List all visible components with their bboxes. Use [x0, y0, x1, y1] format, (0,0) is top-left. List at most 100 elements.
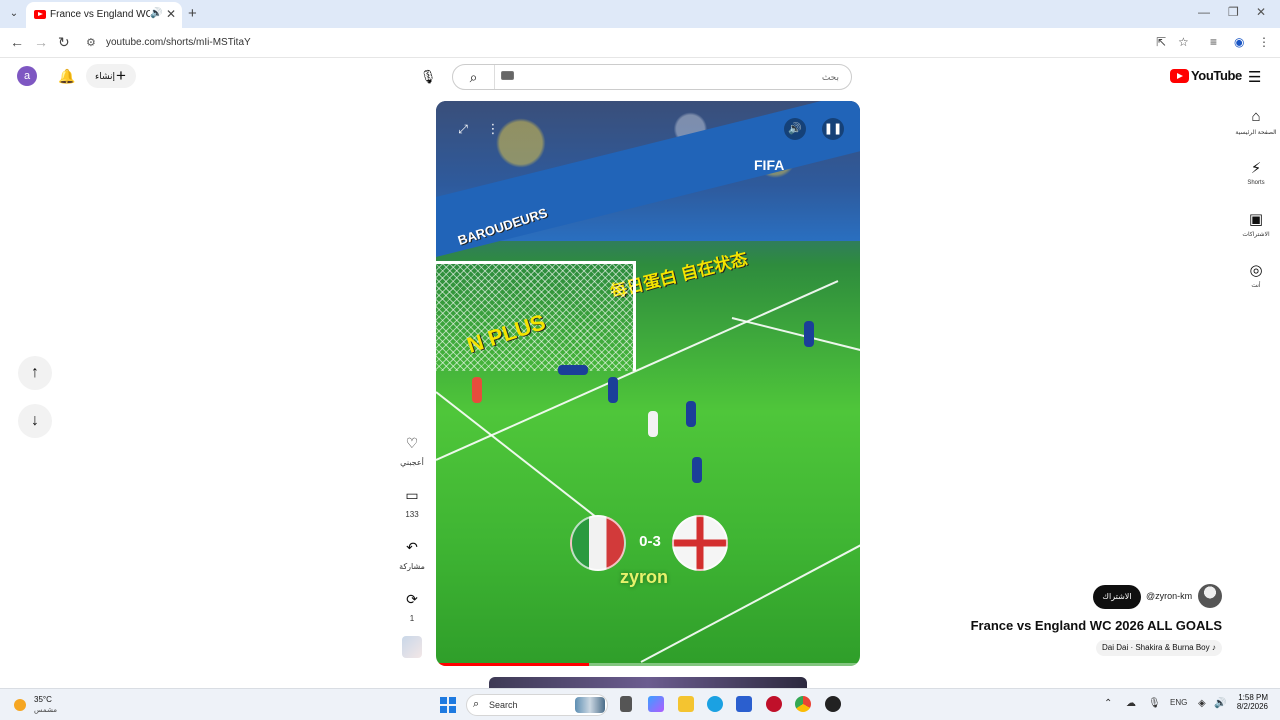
next-short-preview: [489, 677, 807, 688]
new-tab-button[interactable]: +: [188, 5, 197, 22]
site-info-icon[interactable]: ⚙: [86, 36, 96, 49]
search-bar[interactable]: ⌕ بحث: [452, 64, 852, 90]
back-icon[interactable]: ←: [10, 34, 24, 50]
url-text: youtube.com/shorts/mIi-MSTitaY: [106, 37, 251, 48]
previous-short-button[interactable]: ↑: [18, 356, 52, 390]
share-icon: ↶: [399, 534, 425, 560]
player-figure: [558, 365, 588, 375]
pause-icon[interactable]: ❚❚: [822, 118, 844, 140]
file-explorer-icon[interactable]: [678, 696, 694, 712]
youtube-logo[interactable]: YouTube: [1170, 68, 1242, 84]
fullscreen-icon[interactable]: ⤢: [452, 118, 474, 140]
pitch-line: [436, 391, 618, 535]
language-indicator[interactable]: ENG: [1170, 698, 1187, 707]
browser-menu-icon[interactable]: ⋮: [1258, 35, 1270, 49]
microphone-icon[interactable]: 🎙: [1148, 698, 1161, 709]
guide-item-home[interactable]: ⌂ الصفحة الرئيسية: [1234, 108, 1278, 136]
music-note-icon: ♪: [1211, 643, 1216, 652]
install-app-icon[interactable]: ⇱: [1156, 35, 1166, 49]
guide-item-you[interactable]: ◎ أنت: [1234, 261, 1278, 289]
wifi-icon[interactable]: ◈: [1198, 698, 1206, 709]
task-view-icon[interactable]: [620, 696, 632, 712]
next-short-button[interactable]: ↓: [18, 404, 52, 438]
guide-label-subscriptions: الاشتراكات: [1242, 232, 1270, 238]
address-bar[interactable]: ⚙ youtube.com/shorts/mIi-MSTitaY: [80, 31, 1200, 55]
tab-search-chevron-icon[interactable]: ⌄: [6, 6, 22, 22]
player-figure: [692, 457, 702, 483]
tab-close-icon[interactable]: ✕: [166, 7, 176, 21]
video-title[interactable]: France vs England WC 2026 ALL GOALS: [930, 618, 1222, 633]
taskbar-search-label: Search: [489, 700, 518, 710]
subscriptions-icon: ▣: [1248, 211, 1264, 228]
remix-count: 1: [409, 614, 415, 623]
reload-icon[interactable]: ↻: [58, 34, 70, 51]
guide-item-shorts[interactable]: ⚡ Shorts: [1234, 159, 1278, 186]
music-text: Dai Dai · Shakira & Burna Boy: [1102, 643, 1210, 652]
tab-audio-icon[interactable]: 🔊: [150, 8, 162, 19]
shorts-icon: ⚡: [1250, 160, 1262, 177]
plus-icon: +: [116, 66, 126, 85]
player-figure: [686, 401, 696, 427]
account-avatar[interactable]: a: [17, 66, 37, 86]
restore-icon[interactable]: ❐: [1228, 5, 1239, 19]
tray-chevron-icon[interactable]: ⌃: [1104, 698, 1112, 709]
create-label: إنشاء: [95, 71, 116, 81]
like-button[interactable]: ♡ أعجبني: [398, 430, 426, 467]
minimize-icon[interactable]: —: [1198, 5, 1210, 19]
home-icon: ⌂: [1251, 108, 1261, 125]
weather-temperature[interactable]: 35°C: [34, 695, 52, 704]
share-button[interactable]: ↶ مشاركة: [398, 534, 426, 571]
store-icon[interactable]: [736, 696, 752, 712]
score-text: 0-3: [639, 533, 661, 550]
more-options-icon[interactable]: ⋮: [482, 118, 504, 140]
remix-button[interactable]: ⟳ 1: [398, 586, 426, 623]
notifications-bell-icon[interactable]: 🔔: [58, 68, 75, 85]
watermark-text: zyron: [620, 567, 669, 587]
speaker-icon[interactable]: 🔊: [1214, 698, 1226, 709]
guide-label-shorts: Shorts: [1247, 180, 1265, 186]
edge-icon[interactable]: [707, 696, 723, 712]
video-progress-bar[interactable]: [436, 663, 860, 666]
comments-count: 133: [405, 510, 419, 519]
keyboard-icon[interactable]: [501, 71, 514, 80]
guide-label-home: الصفحة الرئيسية: [1235, 130, 1277, 136]
copilot-icon[interactable]: [648, 696, 664, 712]
cloud-icon[interactable]: ☁: [1126, 698, 1136, 709]
channel-handle[interactable]: @zyron-km: [1146, 591, 1192, 601]
remix-icon: ⟳: [399, 586, 425, 612]
create-button[interactable]: إنشاء +: [86, 64, 136, 88]
shorts-video-player[interactable]: BAROUDEURS FIFA 每日蛋白 自在状态 N PLUS 0-3 zyr…: [436, 101, 860, 666]
browser-tab[interactable]: France vs England WC 2026 🔊 ✕: [26, 2, 182, 28]
reading-list-icon[interactable]: ≡: [1210, 35, 1217, 49]
taskbar-search-icon: ⌕: [473, 698, 480, 710]
windows-taskbar: 35°C مشمس ⌕ Search ⌃ ☁ 🎙 ENG ◈ 🔊 1:58 PM…: [0, 688, 1280, 720]
scoreboard: 0-3: [570, 515, 730, 575]
share-label: مشاركة: [399, 562, 425, 571]
window-close-icon[interactable]: ✕: [1256, 5, 1266, 19]
comment-icon: ▭: [399, 482, 425, 508]
windows-start-icon[interactable]: [440, 697, 456, 713]
like-label: أعجبني: [400, 458, 424, 467]
profile-icon[interactable]: ◉: [1234, 35, 1244, 49]
chrome-icon[interactable]: [795, 696, 811, 712]
guide-menu-icon[interactable]: ☰: [1248, 68, 1261, 86]
search-button-icon[interactable]: ⌕: [453, 65, 495, 89]
voice-search-mic-icon[interactable]: 🎙: [416, 65, 440, 89]
weather-sun-icon[interactable]: [14, 699, 26, 711]
goalkeeper-figure: [472, 377, 482, 403]
comments-button[interactable]: ▭ 133: [398, 482, 426, 519]
taskbar-search[interactable]: ⌕ Search: [466, 694, 608, 716]
system-clock[interactable]: 1:58 PM 8/2/2026: [1236, 693, 1268, 711]
search-highlight-image: [575, 697, 605, 713]
music-chip[interactable]: Dai Dai · Shakira & Burna Boy ♪: [1096, 640, 1222, 656]
app-icon[interactable]: [825, 696, 841, 712]
forward-icon[interactable]: →: [34, 34, 48, 50]
team-flag-right: [672, 515, 728, 571]
opera-icon[interactable]: [766, 696, 782, 712]
bookmark-star-icon[interactable]: ☆: [1178, 35, 1189, 49]
channel-avatar[interactable]: [1198, 584, 1222, 608]
volume-icon[interactable]: 🔊: [784, 118, 806, 140]
sound-thumbnail[interactable]: [402, 636, 422, 658]
subscribe-button[interactable]: الاشتراك: [1093, 585, 1141, 609]
guide-item-subscriptions[interactable]: ▣ الاشتراكات: [1234, 210, 1278, 238]
